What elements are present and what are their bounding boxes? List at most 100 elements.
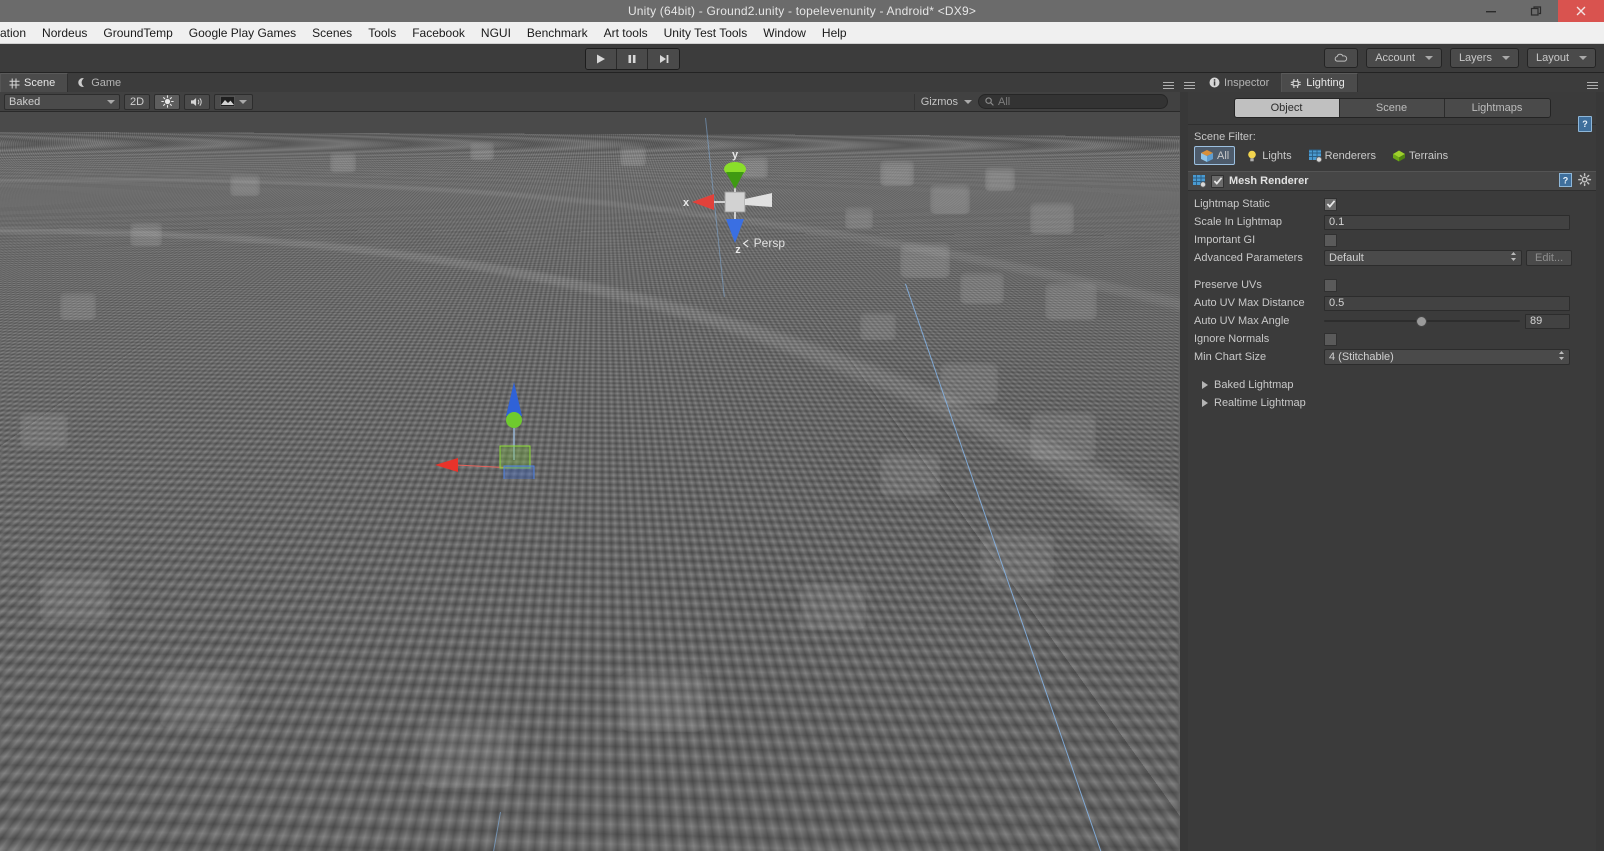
- cloud-button[interactable]: [1324, 48, 1359, 68]
- menu-item-unity-test-tools[interactable]: Unity Test Tools: [656, 23, 756, 43]
- menu-item-google-play-games[interactable]: Google Play Games: [181, 23, 304, 43]
- account-dropdown[interactable]: Account: [1366, 48, 1442, 68]
- property-advanced-parameters: Advanced Parameters Default Edit...: [1194, 249, 1596, 267]
- scene-viewport[interactable]: y x z Persp: [0, 112, 1180, 851]
- scene-panel-menu-icon[interactable]: [1163, 82, 1174, 89]
- tab-game[interactable]: Game: [68, 73, 133, 92]
- mesh-renderer-enabled-checkbox[interactable]: [1211, 174, 1224, 188]
- playback-controls: [585, 48, 680, 70]
- auto-uv-max-angle-slider[interactable]: [1324, 314, 1520, 328]
- property-label: Ignore Normals: [1194, 333, 1270, 345]
- gear-icon: [1578, 172, 1592, 186]
- ignore-normals-checkbox[interactable]: [1324, 332, 1337, 346]
- gizmo-x-cone: [692, 194, 714, 210]
- property-scale-in-lightmap: Scale In Lightmap 0.1: [1194, 213, 1596, 231]
- scale-in-lightmap-input[interactable]: 0.1: [1324, 214, 1570, 230]
- unity-editor-window: Unity (64bit) - Ground2.unity - topeleve…: [0, 0, 1604, 851]
- gizmos-label: Gizmos: [920, 95, 958, 108]
- play-button[interactable]: [586, 49, 617, 69]
- menu-item-groundtemp[interactable]: GroundTemp: [95, 23, 180, 43]
- scene-tab-row: Scene Game: [0, 73, 1180, 92]
- advanced-parameters-edit-button[interactable]: Edit...: [1526, 250, 1573, 266]
- menu-item-art-tools[interactable]: Art tools: [596, 23, 656, 43]
- auto-uv-max-angle-value[interactable]: 89: [1525, 313, 1570, 329]
- gizmo-z-label: z: [735, 244, 741, 256]
- scene-panel: Scene Game Baked 2D Gizmos All y x z Per…: [0, 73, 1180, 851]
- pause-button[interactable]: [617, 49, 648, 69]
- menu-item-window[interactable]: Window: [755, 23, 814, 43]
- foldout-baked-lightmap[interactable]: Baked Lightmap: [1194, 376, 1596, 394]
- slider-knob[interactable]: [1416, 315, 1428, 327]
- draw-mode-label: Baked: [9, 95, 41, 108]
- lightmap-static-checkbox[interactable]: [1324, 197, 1337, 211]
- layout-dropdown[interactable]: Layout: [1526, 48, 1596, 68]
- mesh-renderer-header[interactable]: Mesh Renderer ?: [1188, 171, 1596, 191]
- projection-mode-label[interactable]: Persp: [742, 236, 785, 250]
- component-help-icon[interactable]: ?: [1559, 172, 1572, 190]
- gizmo-plane-xz: [499, 445, 531, 469]
- filter-renderers-button[interactable]: Renderers: [1302, 146, 1382, 165]
- property-important-gi: Important GI: [1194, 231, 1596, 249]
- auto-uv-max-distance-input[interactable]: 0.5: [1324, 295, 1570, 311]
- menu-item-animation[interactable]: ation: [0, 23, 34, 43]
- tab-lighting-label: Lighting: [1306, 77, 1345, 89]
- property-label: Scale In Lightmap: [1194, 216, 1283, 228]
- min-chart-size-popup[interactable]: 4 (Stitchable): [1324, 349, 1570, 365]
- scene-filter-row: All Lights Renderers Terrains: [1188, 146, 1596, 171]
- draw-mode-dropdown[interactable]: Baked: [4, 93, 120, 110]
- left-dock-menu-icon[interactable]: [1184, 82, 1195, 89]
- scene-search-field[interactable]: All: [978, 94, 1168, 109]
- tab-scene[interactable]: Scene: [0, 73, 69, 92]
- grid-icon: [9, 78, 20, 88]
- minimize-button[interactable]: [1468, 0, 1513, 22]
- terrain-icon: [1392, 150, 1405, 161]
- step-button[interactable]: [648, 49, 679, 69]
- menu-item-help[interactable]: Help: [814, 23, 855, 43]
- menu-item-ngui[interactable]: NGUI: [473, 23, 519, 43]
- scene-effects-dropdown[interactable]: [214, 93, 254, 110]
- gizmos-dropdown[interactable]: Gizmos: [913, 93, 978, 110]
- moon-icon: [78, 78, 85, 87]
- filter-terrains-button[interactable]: Terrains: [1386, 146, 1454, 165]
- lighting-panel-menu-icon[interactable]: [1587, 82, 1598, 89]
- close-button[interactable]: [1558, 0, 1604, 22]
- menu-item-facebook[interactable]: Facebook: [404, 23, 473, 43]
- menu-item-scenes[interactable]: Scenes: [304, 23, 360, 43]
- layers-dropdown[interactable]: Layers: [1449, 48, 1519, 68]
- advanced-parameters-popup[interactable]: Default: [1324, 250, 1522, 266]
- menu-item-tools[interactable]: Tools: [360, 23, 404, 43]
- component-settings-icon[interactable]: [1578, 172, 1592, 190]
- chevron-down-icon: [964, 99, 972, 104]
- important-gi-checkbox[interactable]: [1324, 233, 1337, 247]
- menu-item-benchmark[interactable]: Benchmark: [519, 23, 596, 43]
- inspector-tab-row: Inspector Lighting: [1180, 73, 1604, 92]
- foldout-realtime-lightmap[interactable]: Realtime Lightmap: [1194, 394, 1596, 412]
- foldout-baked-lightmap-label: Baked Lightmap: [1214, 379, 1294, 391]
- property-label: Min Chart Size: [1194, 351, 1267, 363]
- mode-lightmaps-button[interactable]: Lightmaps: [1444, 99, 1550, 117]
- chevron-right-icon: [1202, 399, 1208, 407]
- terrain-surface: [0, 112, 1180, 138]
- property-label: Auto UV Max Distance: [1194, 297, 1305, 309]
- scene-lighting-toggle[interactable]: [154, 93, 181, 110]
- projection-mode-text: Persp: [753, 236, 785, 250]
- preserve-uvs-checkbox[interactable]: [1324, 278, 1337, 292]
- chevron-left-icon: [742, 239, 749, 247]
- mode-scene-button[interactable]: Scene: [1339, 99, 1445, 117]
- account-label: Account: [1375, 52, 1415, 64]
- filter-all-button[interactable]: All: [1194, 146, 1236, 165]
- help-book-icon[interactable]: ?: [1578, 116, 1592, 132]
- gizmo-y-label: y: [732, 149, 739, 161]
- property-label: Advanced Parameters: [1194, 252, 1303, 264]
- restore-button[interactable]: [1513, 0, 1558, 22]
- mode-object-button[interactable]: Object: [1234, 99, 1340, 117]
- scene-audio-toggle[interactable]: [184, 93, 211, 110]
- tab-lighting[interactable]: Lighting: [1281, 73, 1358, 92]
- transform-move-gizmo[interactable]: [430, 374, 540, 483]
- layout-label: Layout: [1535, 52, 1569, 64]
- 2d-toggle-button[interactable]: 2D: [124, 93, 151, 110]
- filter-lights-button[interactable]: Lights: [1239, 146, 1297, 165]
- search-icon: [985, 97, 994, 106]
- tab-inspector[interactable]: Inspector: [1201, 73, 1281, 92]
- menu-item-nordeus[interactable]: Nordeus: [34, 23, 95, 43]
